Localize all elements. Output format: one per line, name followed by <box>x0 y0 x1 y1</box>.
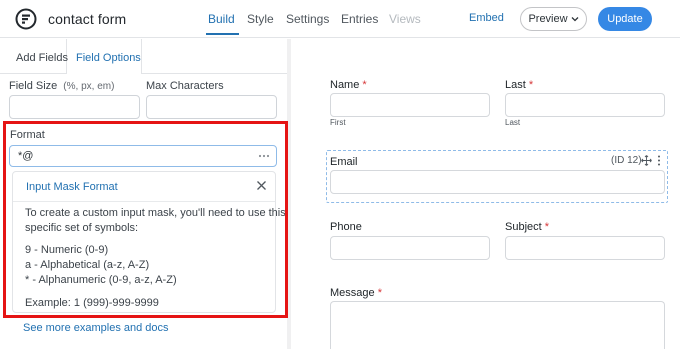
message-field-label: Message * <box>330 287 382 299</box>
phone-input[interactable] <box>330 236 490 260</box>
message-label-text: Message <box>330 287 375 299</box>
field-size-label-text: Field Size <box>9 80 58 92</box>
subject-field-label: Subject * <box>505 221 549 233</box>
subject-input[interactable] <box>505 236 665 260</box>
field-size-input[interactable] <box>9 95 140 119</box>
name-field-label: Name * <box>330 79 367 91</box>
last-label-text: Last <box>505 79 526 91</box>
field-size-label: Field Size (%, px, em) <box>9 80 114 92</box>
preview-button-label: Preview <box>528 13 568 25</box>
required-marker: * <box>377 287 382 299</box>
first-name-input[interactable] <box>330 93 490 117</box>
email-input[interactable] <box>330 170 665 194</box>
message-textarea[interactable] <box>330 301 665 349</box>
last-field-label: Last * <box>505 79 533 91</box>
email-field-label: Email <box>330 156 358 168</box>
tab-field-options[interactable]: Field Options <box>76 52 141 64</box>
preview-button[interactable]: Preview <box>520 7 587 31</box>
move-icon[interactable] <box>641 155 652 166</box>
highlight-box <box>3 121 288 318</box>
tab-divider <box>0 73 290 74</box>
nav-tab-settings[interactable]: Settings <box>286 12 329 26</box>
nav-active-underline <box>206 33 239 35</box>
subject-label-text: Subject <box>505 221 542 233</box>
required-marker: * <box>362 79 367 91</box>
more-vertical-icon[interactable] <box>657 155 661 166</box>
field-size-hint: (%, px, em) <box>63 81 115 92</box>
see-more-docs-link[interactable]: See more examples and docs <box>23 322 169 334</box>
name-label-text: Name <box>330 79 360 91</box>
required-marker: * <box>528 79 534 91</box>
nav-tab-build[interactable]: Build <box>208 12 235 26</box>
formidable-logo-icon[interactable] <box>15 8 37 30</box>
last-name-input[interactable] <box>505 93 665 117</box>
form-title: contact form <box>48 11 127 27</box>
nav-tab-entries[interactable]: Entries <box>341 12 378 26</box>
embed-button[interactable]: Embed <box>469 12 504 24</box>
first-name-sublabel: First <box>330 118 346 127</box>
update-button[interactable]: Update <box>598 7 652 31</box>
nav-tab-style[interactable]: Style <box>247 12 274 26</box>
max-characters-label: Max Characters <box>146 80 224 92</box>
required-marker: * <box>544 221 550 233</box>
phone-field-label: Phone <box>330 221 362 233</box>
email-field-id: (ID 12) <box>611 155 642 166</box>
max-characters-input[interactable] <box>146 95 277 119</box>
tab-add-fields[interactable]: Add Fields <box>16 52 68 64</box>
top-bar: contact form Build Style Settings Entrie… <box>0 0 680 38</box>
chevron-down-icon <box>571 17 579 22</box>
last-name-sublabel: Last <box>505 118 521 127</box>
nav-tab-views[interactable]: Views <box>389 12 421 26</box>
